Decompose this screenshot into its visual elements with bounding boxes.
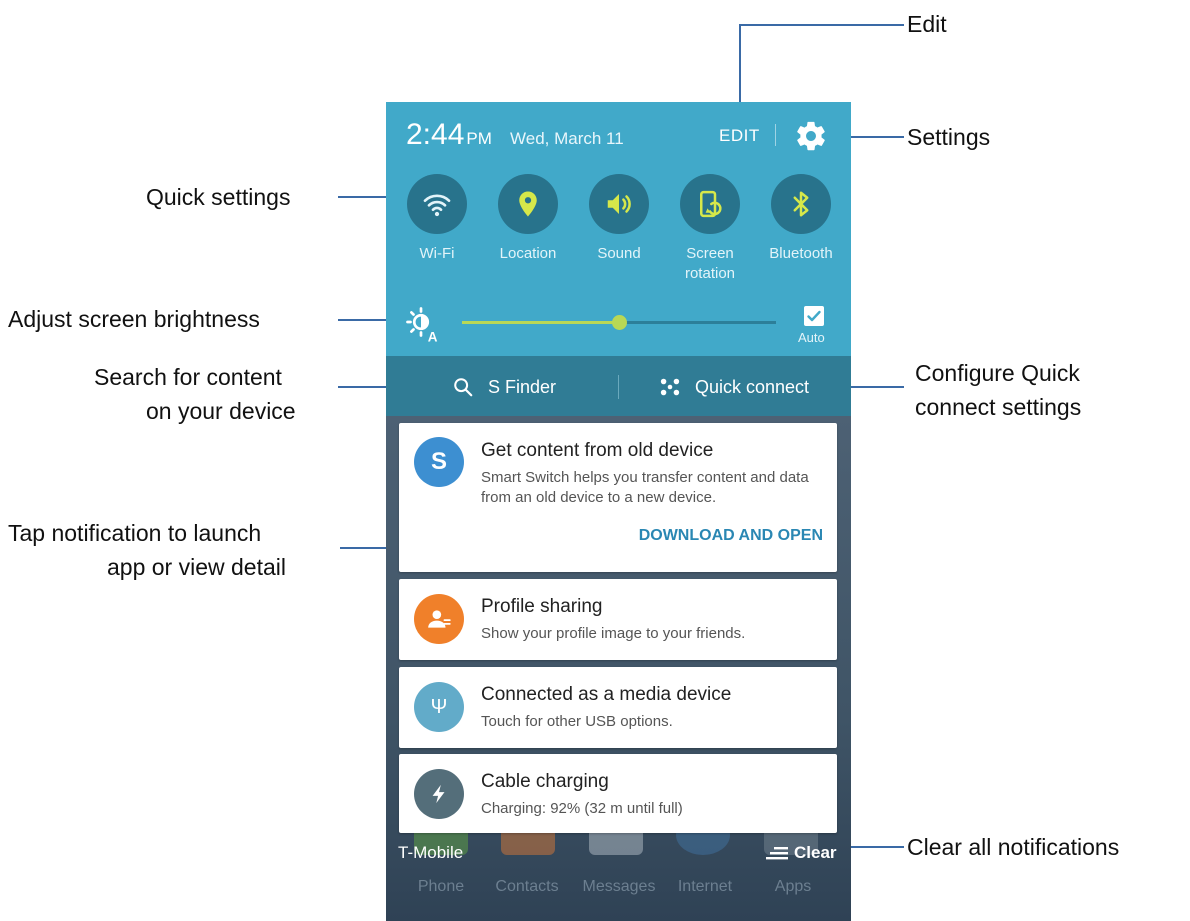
toggle-bluetooth-label: Bluetooth <box>769 245 833 262</box>
bluetooth-icon <box>771 174 831 234</box>
edit-button[interactable]: EDIT <box>719 126 760 146</box>
location-icon <box>498 174 558 234</box>
callout-line-edit <box>739 24 904 26</box>
notification-title: Profile sharing <box>481 596 603 617</box>
s-finder-label: S Finder <box>488 376 557 397</box>
notification-desc: Show your profile image to your friends. <box>481 625 746 642</box>
notification-title: Connected as a media device <box>481 684 732 705</box>
quick-connect-label: Quick connect <box>695 376 810 397</box>
notification-profile-sharing[interactable]: Profile sharing Show your profile image … <box>399 579 837 660</box>
auto-brightness-label: Auto <box>798 330 825 345</box>
callout-settings: Settings <box>907 124 991 150</box>
callout-quick-connect-line2: connect settings <box>915 394 1082 420</box>
quick-panel: 2:44 PM Wed, March 11 EDIT Wi-Fi Locatio… <box>386 102 851 356</box>
dock-label-apps: Apps <box>774 878 812 895</box>
toggle-screen-rotation-label: Screen rotation <box>684 245 736 282</box>
clear-all-button[interactable]: Clear <box>766 843 837 863</box>
toggle-wifi-label: Wi-Fi <box>419 245 455 262</box>
edit-divider <box>775 124 776 146</box>
dock-label-internet: Internet <box>677 878 733 895</box>
screen-rotation-icon <box>680 174 740 234</box>
callout-search-line1: Search for content <box>94 364 282 390</box>
clock: 2:44 PM <box>406 118 492 152</box>
charging-icon <box>414 769 464 819</box>
smart-switch-icon: S <box>414 437 464 487</box>
notification-cable-charging[interactable]: Cable charging Charging: 92% (32 m until… <box>399 754 837 833</box>
notification-desc: Touch for other USB options. <box>481 713 673 730</box>
callout-brightness: Adjust screen brightness <box>8 306 260 332</box>
toggle-wifi[interactable]: Wi-Fi <box>392 174 482 264</box>
notification-smart-switch[interactable]: S Get content from old device Smart Swit… <box>399 423 837 572</box>
auto-brightness-icon: A <box>406 307 442 345</box>
toggle-location[interactable]: Location <box>483 174 573 264</box>
usb-icon: Ψ <box>414 682 464 732</box>
date-label: Wed, March 11 <box>510 129 624 148</box>
dock-label-messages: Messages <box>582 878 656 895</box>
toggle-location-label: Location <box>499 245 557 262</box>
notification-panel: Phone Contacts Messages Internet Apps 2:… <box>386 102 851 921</box>
gear-icon[interactable] <box>794 119 828 153</box>
brightness-slider-fill <box>462 321 619 324</box>
clock-ampm: PM <box>466 129 492 148</box>
callout-search-line2: on your device <box>146 398 296 424</box>
finder-bar-divider <box>618 375 619 399</box>
clear-all-label: Clear <box>794 843 837 862</box>
finder-bar: S Finder Quick connect <box>386 356 851 416</box>
quick-connect-button[interactable]: Quick connect <box>659 376 809 398</box>
clear-all-icon <box>766 847 788 860</box>
callout-tap-line1: Tap notification to launch <box>8 520 262 546</box>
callout-clear: Clear all notifications <box>907 834 1120 860</box>
clock-time: 2:44 <box>406 118 465 151</box>
notification-title: Get content from old device <box>481 440 714 461</box>
search-icon <box>454 378 473 397</box>
smart-switch-icon-letter: S <box>430 448 447 475</box>
wifi-icon <box>407 174 467 234</box>
auto-brightness-checkbox[interactable] <box>804 306 824 326</box>
callout-edit: Edit <box>907 11 947 37</box>
brightness-slider[interactable] <box>462 315 776 330</box>
carrier-label: T-Mobile <box>398 843 464 862</box>
download-and-open-button[interactable]: DOWNLOAD AND OPEN <box>639 527 823 545</box>
callout-line-clear <box>846 846 904 848</box>
notification-usb-media[interactable]: Ψ Connected as a media device Touch for … <box>399 667 837 748</box>
brightness-slider-knob[interactable] <box>612 315 627 330</box>
toggle-bluetooth[interactable]: Bluetooth <box>756 174 846 264</box>
dock-label-phone: Phone <box>417 878 465 895</box>
toggle-sound[interactable]: Sound <box>574 174 664 264</box>
toggle-sound-label: Sound <box>597 245 641 262</box>
toggle-screen-rotation[interactable]: Screen rotation <box>665 174 755 284</box>
callout-tap-line2: app or view detail <box>107 554 286 580</box>
usb-symbol: Ψ <box>430 695 448 718</box>
dock-label-contacts: Contacts <box>495 878 559 895</box>
notification-desc: Charging: 92% (32 m until full) <box>481 800 683 817</box>
profile-share-icon <box>414 594 464 644</box>
svg-text:A: A <box>428 330 438 344</box>
quick-connect-icon <box>660 378 680 396</box>
callout-quick-settings: Quick settings <box>146 184 291 210</box>
sound-icon <box>589 174 649 234</box>
callout-quick-connect-line1: Configure Quick <box>915 360 1080 386</box>
notification-desc: Smart Switch helps you transfer content … <box>481 469 809 506</box>
notification-title: Cable charging <box>481 771 609 792</box>
s-finder-button[interactable]: S Finder <box>452 376 556 398</box>
